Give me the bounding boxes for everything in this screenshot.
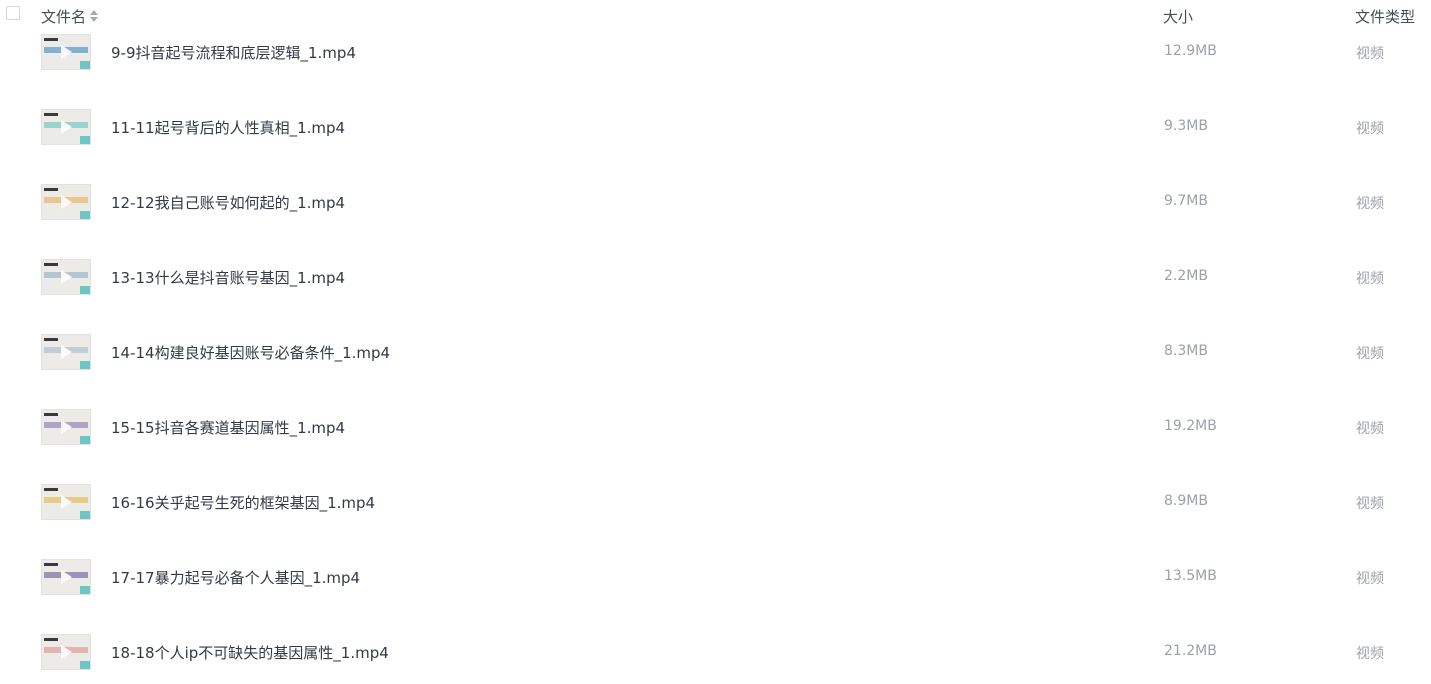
file-size: 9.3MB	[1164, 118, 1208, 134]
file-name[interactable]: 14-14构建良好基因账号必备条件_1.mp4	[111, 342, 390, 363]
file-size: 8.3MB	[1164, 343, 1208, 359]
play-icon	[61, 495, 72, 509]
file-name[interactable]: 9-9抖音起号流程和底层逻辑_1.mp4	[111, 42, 356, 63]
video-thumbnail[interactable]	[41, 34, 91, 70]
file-name[interactable]: 16-16关乎起号生死的框架基因_1.mp4	[111, 492, 375, 513]
play-icon	[61, 195, 72, 209]
sort-icon[interactable]	[90, 9, 99, 24]
play-icon	[61, 645, 72, 659]
file-type: 视频	[1356, 271, 1384, 287]
file-row[interactable]: 12-12我自己账号如何起的_1.mp4 9.7MB 视频	[0, 184, 1431, 224]
file-type: 视频	[1356, 496, 1384, 512]
file-row[interactable]: 15-15抖音各赛道基因属性_1.mp4 19.2MB 视频	[0, 409, 1431, 449]
file-row[interactable]: 11-11起号背后的人性真相_1.mp4 9.3MB 视频	[0, 109, 1431, 149]
file-list-page: 文件名 大小 文件类型 9-9抖音起号流程和底层逻辑_1.mp4 12.9MB 视频…	[0, 0, 1431, 684]
play-icon	[61, 45, 72, 59]
play-icon	[61, 120, 72, 134]
video-thumbnail[interactable]	[41, 109, 91, 145]
column-header-size[interactable]: 大小	[1163, 6, 1193, 27]
file-row[interactable]: 13-13什么是抖音账号基因_1.mp4 2.2MB 视频	[0, 259, 1431, 299]
file-name[interactable]: 15-15抖音各赛道基因属性_1.mp4	[111, 417, 345, 438]
video-thumbnail[interactable]	[41, 409, 91, 445]
file-name[interactable]: 12-12我自己账号如何起的_1.mp4	[111, 192, 345, 213]
file-name[interactable]: 18-18个人ip不可缺失的基因属性_1.mp4	[111, 642, 389, 663]
video-thumbnail[interactable]	[41, 259, 91, 295]
file-type: 视频	[1356, 421, 1384, 437]
file-list-header: 文件名 大小 文件类型	[0, 0, 1431, 30]
video-thumbnail[interactable]	[41, 184, 91, 220]
file-name[interactable]: 17-17暴力起号必备个人基因_1.mp4	[111, 567, 360, 588]
file-size: 21.2MB	[1164, 643, 1217, 659]
file-size: 8.9MB	[1164, 493, 1208, 509]
file-size: 2.2MB	[1164, 268, 1208, 284]
play-icon	[61, 570, 72, 584]
file-size: 12.9MB	[1164, 43, 1217, 59]
file-type: 视频	[1356, 346, 1384, 362]
file-type: 视频	[1356, 646, 1384, 662]
file-size: 9.7MB	[1164, 193, 1208, 209]
play-icon	[61, 270, 72, 284]
video-thumbnail[interactable]	[41, 559, 91, 595]
file-size: 13.5MB	[1164, 568, 1217, 584]
file-name[interactable]: 11-11起号背后的人性真相_1.mp4	[111, 117, 345, 138]
file-type: 视频	[1356, 571, 1384, 587]
file-name[interactable]: 13-13什么是抖音账号基因_1.mp4	[111, 267, 345, 288]
video-thumbnail[interactable]	[41, 634, 91, 670]
file-row[interactable]: 18-18个人ip不可缺失的基因属性_1.mp4 21.2MB 视频	[0, 634, 1431, 674]
select-all-checkbox[interactable]	[6, 6, 20, 20]
file-size: 19.2MB	[1164, 418, 1217, 434]
column-header-name[interactable]: 文件名	[41, 6, 99, 27]
column-header-name-label: 文件名	[41, 8, 87, 26]
file-row[interactable]: 17-17暴力起号必备个人基因_1.mp4 13.5MB 视频	[0, 559, 1431, 599]
video-thumbnail[interactable]	[41, 334, 91, 370]
play-icon	[61, 420, 72, 434]
video-thumbnail[interactable]	[41, 484, 91, 520]
file-row[interactable]: 16-16关乎起号生死的框架基因_1.mp4 8.9MB 视频	[0, 484, 1431, 524]
play-icon	[61, 345, 72, 359]
file-type: 视频	[1356, 46, 1384, 62]
file-type: 视频	[1356, 196, 1384, 212]
file-row[interactable]: 9-9抖音起号流程和底层逻辑_1.mp4 12.9MB 视频	[0, 34, 1431, 74]
file-type: 视频	[1356, 121, 1384, 137]
column-header-type[interactable]: 文件类型	[1355, 6, 1415, 27]
file-row[interactable]: 14-14构建良好基因账号必备条件_1.mp4 8.3MB 视频	[0, 334, 1431, 374]
